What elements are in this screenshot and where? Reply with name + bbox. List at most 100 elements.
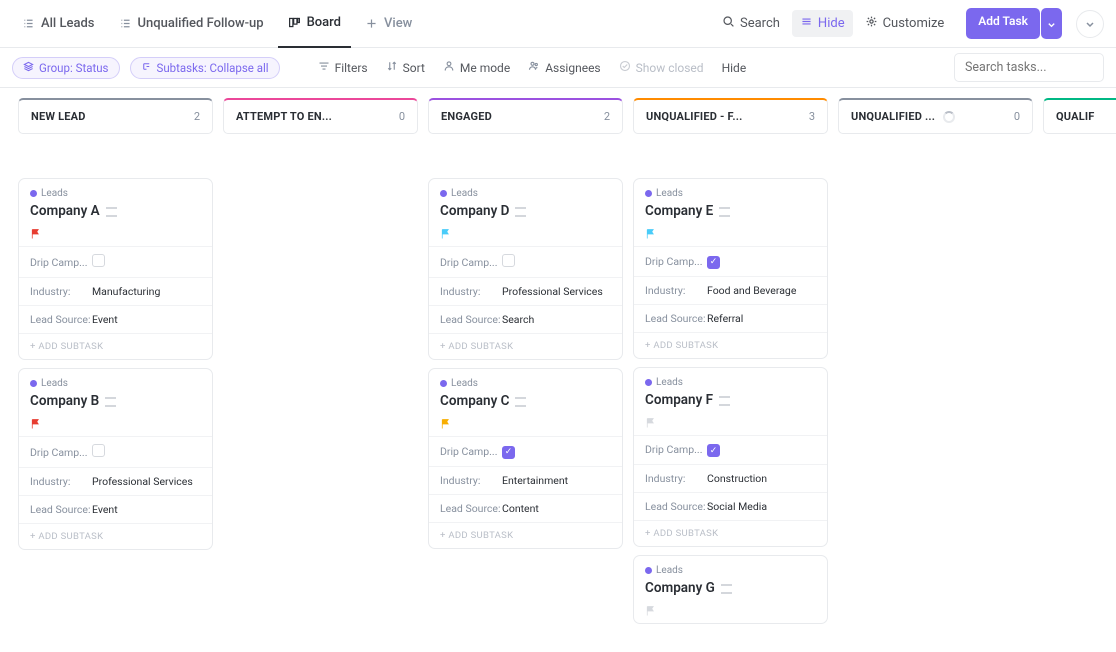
checkbox-unchecked-icon[interactable]: [502, 254, 515, 267]
priority-flag-icon[interactable]: [440, 415, 452, 427]
checkbox-checked-icon[interactable]: ✓: [707, 256, 720, 269]
card-title: Company B: [30, 389, 201, 415]
add-task-dropdown[interactable]: [1041, 8, 1062, 39]
fitem-label: Filters: [335, 61, 368, 75]
search-button[interactable]: Search: [714, 10, 788, 37]
plus-icon: [365, 17, 378, 30]
description-icon: [106, 207, 117, 215]
add-subtask-button[interactable]: + ADD SUBTASK: [634, 332, 827, 358]
card-title: Company E: [645, 199, 816, 225]
priority-flag-icon[interactable]: [440, 225, 452, 237]
column-name: NEW LEAD: [31, 110, 86, 123]
priority-flag-icon[interactable]: [645, 602, 657, 614]
column-header[interactable]: ENGAGED2: [428, 98, 623, 134]
tab-unqualified-follow-up[interactable]: Unqualified Follow-up: [109, 10, 274, 37]
field-source: Lead Source:Content: [429, 494, 622, 522]
list-dot-icon: [30, 190, 37, 197]
loading-icon: [943, 111, 955, 123]
task-card[interactable]: Leads Company C Drip Camp...✓Industry:En…: [428, 368, 623, 549]
tab-board[interactable]: Board: [278, 0, 351, 48]
column-header[interactable]: UNQUALIFIED ...0: [838, 98, 1033, 134]
column-header[interactable]: UNQUALIFIED - F...3: [633, 98, 828, 134]
task-card[interactable]: Leads Company A Drip Camp...Industry:Man…: [18, 178, 213, 360]
fitem-label: Assignees: [545, 61, 600, 75]
field-drip: Drip Camp...✓: [634, 435, 827, 465]
assignees-button[interactable]: Assignees: [524, 57, 604, 78]
people-icon: [528, 60, 540, 75]
priority-flag-icon[interactable]: [30, 415, 42, 427]
checkbox-unchecked-icon[interactable]: [92, 254, 105, 267]
tab-label: View: [384, 16, 412, 31]
more-menu[interactable]: [1076, 10, 1104, 38]
description-icon: [721, 584, 732, 592]
list-icon: [119, 17, 132, 30]
task-card[interactable]: Leads Company G: [633, 555, 828, 624]
me-mode-button[interactable]: Me mode: [439, 57, 514, 78]
column-header[interactable]: ATTEMPT TO EN...0: [223, 98, 418, 134]
tab-add-view[interactable]: View: [355, 10, 422, 37]
show-closed-button[interactable]: Show closed: [615, 57, 708, 78]
column-count: 0: [399, 110, 405, 123]
board-column: UNQUALIFIED ...0: [838, 98, 1033, 178]
fitem-label: Show closed: [636, 61, 704, 75]
board-column: NEW LEAD2 Leads Company A Drip Camp...In…: [18, 98, 213, 558]
task-card[interactable]: Leads Company E Drip Camp...✓Industry:Fo…: [633, 178, 828, 359]
priority-flag-icon[interactable]: [645, 414, 657, 426]
column-count: 3: [809, 110, 815, 123]
field-industry: Industry:Professional Services: [429, 277, 622, 305]
tool-label: Search: [740, 16, 780, 31]
hide-filter-button[interactable]: Hide: [718, 58, 751, 78]
column-count: 2: [604, 110, 610, 123]
field-industry: Industry:Manufacturing: [19, 277, 212, 305]
list-icon: [22, 17, 35, 30]
subtasks-chip[interactable]: Subtasks: Collapse all: [130, 57, 280, 79]
tab-label: Unqualified Follow-up: [138, 16, 264, 31]
search-tasks-input[interactable]: [954, 53, 1104, 82]
task-card[interactable]: Leads Company D Drip Camp...Industry:Pro…: [428, 178, 623, 360]
tab-label: All Leads: [41, 16, 95, 31]
card-title: Company G: [645, 576, 816, 602]
filters-button[interactable]: Filters: [314, 57, 372, 78]
add-task-button[interactable]: Add Task: [966, 8, 1040, 39]
list-dot-icon: [645, 379, 652, 386]
field-industry: Industry:Entertainment: [429, 466, 622, 494]
field-drip: Drip Camp...: [429, 246, 622, 277]
field-drip: Drip Camp...✓: [634, 246, 827, 276]
sort-button[interactable]: Sort: [382, 57, 429, 78]
column-header[interactable]: NEW LEAD2: [18, 98, 213, 134]
add-subtask-button[interactable]: + ADD SUBTASK: [19, 523, 212, 549]
column-name: QUALIF: [1056, 110, 1095, 123]
column-name: UNQUALIFIED ...: [851, 110, 935, 123]
chip-label: Group: Status: [39, 61, 109, 75]
task-card[interactable]: Leads Company F Drip Camp...✓Industry:Co…: [633, 367, 828, 548]
group-status-chip[interactable]: Group: Status: [12, 57, 120, 79]
checkbox-checked-icon[interactable]: ✓: [502, 446, 515, 459]
priority-flag-icon[interactable]: [645, 225, 657, 237]
checkbox-unchecked-icon[interactable]: [92, 444, 105, 457]
card-list-label: Leads: [440, 188, 611, 199]
checkbox-checked-icon[interactable]: ✓: [707, 444, 720, 457]
fitem-label: Hide: [722, 61, 747, 75]
tab-all-leads[interactable]: All Leads: [12, 10, 105, 37]
task-card[interactable]: Leads Company B Drip Camp...Industry:Pro…: [18, 368, 213, 550]
add-subtask-button[interactable]: + ADD SUBTASK: [429, 522, 622, 548]
column-header[interactable]: QUALIF: [1043, 98, 1116, 134]
field-industry: Industry:Food and Beverage: [634, 276, 827, 304]
add-subtask-button[interactable]: + ADD SUBTASK: [429, 333, 622, 359]
list-dot-icon: [645, 567, 652, 574]
description-icon: [515, 397, 526, 405]
board-icon: [288, 16, 301, 29]
card-title: Company C: [440, 389, 611, 415]
card-list-label: Leads: [645, 377, 816, 388]
customize-button[interactable]: Customize: [857, 10, 953, 37]
hide-button[interactable]: Hide: [792, 10, 853, 37]
tool-label: Customize: [883, 16, 945, 31]
priority-flag-icon[interactable]: [30, 225, 42, 237]
card-list-label: Leads: [30, 378, 201, 389]
add-subtask-button[interactable]: + ADD SUBTASK: [19, 333, 212, 359]
add-subtask-button[interactable]: + ADD SUBTASK: [634, 520, 827, 546]
person-icon: [443, 60, 455, 75]
subtask-icon: [141, 61, 152, 75]
board-column: QUALIF: [1043, 98, 1116, 178]
list-dot-icon: [440, 380, 447, 387]
